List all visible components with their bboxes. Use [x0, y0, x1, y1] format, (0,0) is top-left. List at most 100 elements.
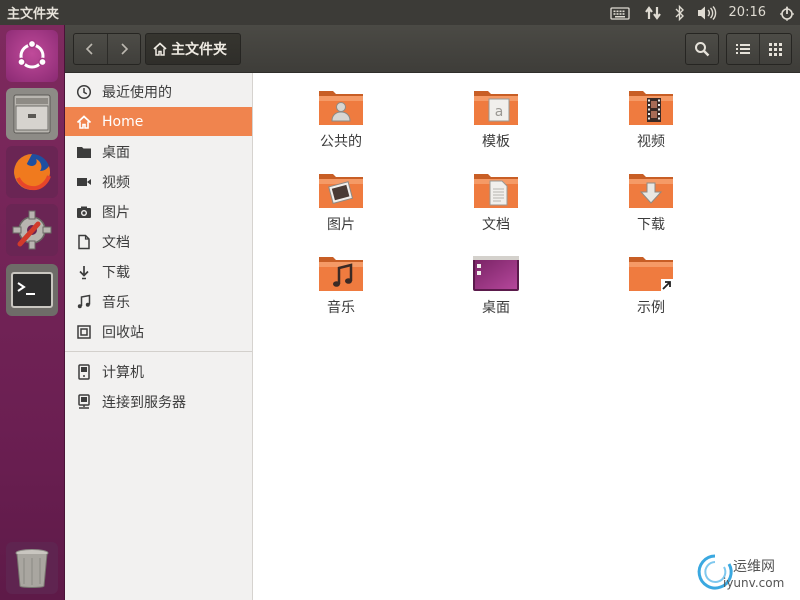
folder-public-icon — [319, 91, 363, 125]
sidebar-item-trash[interactable]: 回收站 — [65, 317, 252, 346]
sidebar-item-label: 文档 — [102, 234, 130, 251]
sidebar-separator — [65, 351, 252, 352]
download-icon — [76, 264, 92, 280]
file-manager-icon[interactable] — [6, 88, 58, 140]
sidebar-item-label: 下载 — [102, 264, 130, 281]
top-panel: 主文件夹 20:16 — [0, 0, 800, 25]
window-title: 主文件夹 — [7, 7, 60, 22]
sidebar-item-computer[interactable]: 计算机 — [65, 357, 252, 386]
folder-videos-icon — [629, 91, 673, 125]
sidebar-item-label: 桌面 — [102, 144, 130, 161]
power-icon[interactable] — [774, 0, 800, 25]
computer-icon — [76, 363, 92, 380]
folder-item-examples[interactable]: 示例 — [601, 253, 701, 333]
trash-icon — [76, 324, 92, 340]
places-sidebar: 最近使用的 Home 桌面 视频 图片 文档 下载 音乐 回收站 计算机 连接到… — [65, 73, 253, 600]
document-icon — [76, 234, 92, 250]
sidebar-item-documents[interactable]: 文档 — [65, 227, 252, 256]
sidebar-item-label: 最近使用的 — [102, 84, 172, 101]
watermark-line2: iyunv.com — [723, 576, 785, 590]
sidebar-item-connect-server[interactable]: 连接到服务器 — [65, 387, 252, 416]
network-icon[interactable] — [639, 0, 667, 25]
system-settings-icon[interactable] — [6, 204, 58, 256]
folder-label: 音乐 — [327, 300, 355, 316]
video-icon — [76, 174, 92, 190]
folder-pictures-icon — [319, 174, 363, 208]
back-button[interactable] — [74, 34, 107, 64]
sidebar-item-label: 图片 — [102, 204, 130, 221]
trash-icon[interactable] — [6, 542, 58, 594]
folder-item-videos[interactable]: 视频 — [601, 87, 701, 167]
navigation-buttons — [73, 33, 141, 65]
indicator-area: 20:16 — [601, 0, 800, 25]
bluetooth-icon[interactable] — [667, 0, 693, 25]
search-icon — [695, 42, 710, 57]
folder-icon — [76, 144, 92, 160]
sidebar-item-pictures[interactable]: 图片 — [65, 197, 252, 226]
folder-item-downloads[interactable]: 下载 — [601, 170, 701, 250]
folder-label: 示例 — [637, 300, 665, 316]
folder-item-templates[interactable]: a 模板 — [446, 87, 546, 167]
icon-view: 公共的 a 模板 视频 图片 文档 下载 音乐 桌面 示例 — [254, 73, 800, 600]
path-button-home[interactable]: 主文件夹 — [145, 33, 241, 65]
folder-label: 文档 — [482, 217, 510, 233]
watermark: 运维网 iyunv.com — [695, 552, 800, 600]
folder-downloads-icon — [629, 174, 673, 208]
watermark-line1: 运维网 — [733, 559, 775, 575]
forward-button[interactable] — [106, 34, 140, 64]
folder-label: 图片 — [327, 217, 355, 233]
clock-icon — [76, 84, 92, 100]
watermark-logo-icon — [697, 554, 733, 590]
home-icon — [153, 42, 167, 56]
folder-examples-icon — [629, 257, 673, 291]
sidebar-item-label: 计算机 — [102, 364, 144, 381]
grid-view-icon — [768, 42, 782, 56]
music-icon — [76, 294, 92, 310]
clock[interactable]: 20:16 — [721, 0, 774, 25]
view-toggle-group — [726, 33, 792, 65]
server-icon — [76, 393, 92, 410]
search-button[interactable] — [685, 33, 719, 65]
file-manager-window: 主文件夹 最近使用的 Home 桌面 视频 图片 文档 下载 音乐 回收站 计算… — [65, 25, 800, 600]
folder-desktop-icon — [473, 256, 519, 291]
folder-label: 下载 — [637, 217, 665, 233]
folder-documents-icon — [474, 174, 518, 208]
grid-view-button[interactable] — [758, 34, 791, 64]
sidebar-item-downloads[interactable]: 下载 — [65, 257, 252, 286]
folder-label: 公共的 — [320, 134, 362, 150]
sidebar-item-label: 视频 — [102, 174, 130, 191]
sidebar-item-label: Home — [102, 113, 144, 130]
folder-item-public[interactable]: 公共的 — [291, 87, 391, 167]
launcher — [0, 25, 65, 600]
svg-text:a: a — [495, 104, 504, 120]
folder-item-pictures[interactable]: 图片 — [291, 170, 391, 250]
list-view-icon — [735, 44, 750, 54]
sidebar-item-videos[interactable]: 视频 — [65, 167, 252, 196]
folder-label: 桌面 — [482, 300, 510, 316]
sidebar-item-desktop[interactable]: 桌面 — [65, 137, 252, 166]
chevron-left-icon — [86, 43, 94, 55]
home-icon — [76, 114, 92, 130]
sidebar-item-recent[interactable]: 最近使用的 — [65, 77, 252, 106]
ubuntu-logo-icon[interactable] — [6, 30, 58, 82]
path-label: 主文件夹 — [171, 42, 227, 58]
keyboard-icon[interactable] — [601, 0, 639, 25]
headerbar: 主文件夹 — [65, 25, 800, 73]
folder-music-icon — [319, 257, 363, 291]
sidebar-item-home[interactable]: Home — [65, 107, 252, 136]
sidebar-item-label: 回收站 — [102, 324, 144, 341]
folder-item-documents[interactable]: 文档 — [446, 170, 546, 250]
list-view-button[interactable] — [727, 34, 759, 64]
folder-templates-icon: a — [474, 91, 518, 125]
folder-label: 视频 — [637, 134, 665, 150]
sidebar-item-music[interactable]: 音乐 — [65, 287, 252, 316]
volume-icon[interactable] — [693, 0, 721, 25]
terminal-icon[interactable] — [6, 264, 58, 316]
folder-item-music[interactable]: 音乐 — [291, 253, 391, 333]
folder-item-desktop[interactable]: 桌面 — [446, 253, 546, 333]
chevron-right-icon — [121, 43, 129, 55]
camera-icon — [76, 204, 92, 220]
sidebar-item-label: 音乐 — [102, 294, 130, 311]
folder-label: 模板 — [482, 134, 510, 150]
firefox-icon[interactable] — [6, 146, 58, 198]
